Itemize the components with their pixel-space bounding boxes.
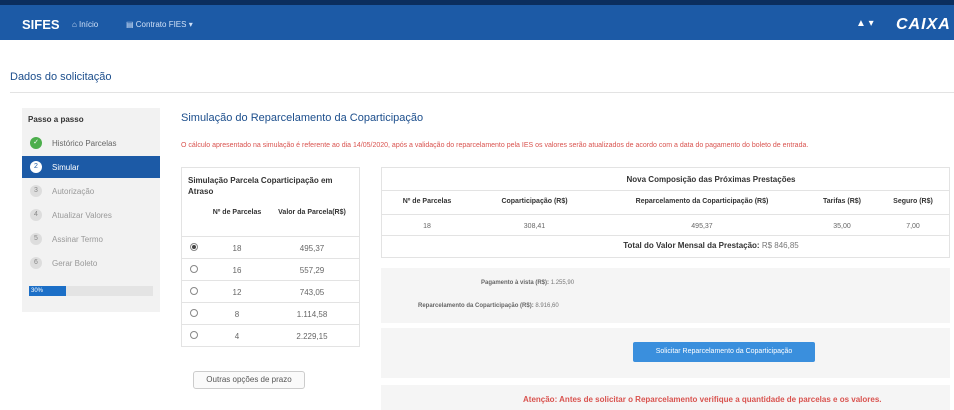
col-header: Coparticipação (R$) xyxy=(501,198,568,205)
table-row[interactable]: 8 1.114,58 xyxy=(182,302,359,324)
cell-valor: 2.229,15 xyxy=(296,332,328,341)
radio-button[interactable] xyxy=(190,265,198,273)
cell-valor: 495,37 xyxy=(299,244,325,253)
cell-parcelas: 12 xyxy=(232,288,242,297)
cell-parcelas: 8 xyxy=(234,310,240,319)
radio-button[interactable] xyxy=(190,287,198,295)
progress-bar: 30% xyxy=(29,286,153,296)
composition-title: Nova Composição das Próximas Prestações xyxy=(626,175,796,184)
reparcelamento-line: Reparcelamento da Coparticipação (R$): 8… xyxy=(418,303,559,309)
cell-value: 7,00 xyxy=(906,223,920,230)
divider xyxy=(382,190,949,191)
col-header: Reparcelamento da Coparticipação (R$) xyxy=(635,198,769,205)
app-brand[interactable]: SIFES xyxy=(22,17,60,32)
step-label: Gerar Boleto xyxy=(52,259,98,268)
step-label: Autorização xyxy=(52,187,95,196)
check-icon: ✓ xyxy=(30,137,42,149)
divider xyxy=(382,214,949,215)
step-number-icon: 4 xyxy=(30,209,42,221)
cell-valor: 557,29 xyxy=(299,266,325,275)
avista-label: Pagamento à vista (R$): xyxy=(481,280,550,286)
col-header: Seguro (R$) xyxy=(893,198,933,205)
installments-panel-title: Simulação Parcela Coparticipação em Atra… xyxy=(188,176,333,196)
step-number-icon: 5 xyxy=(30,233,42,245)
nav-home-link[interactable]: ⌂ Início xyxy=(72,20,98,29)
avista-line: Pagamento à vista (R$): 1.255,90 xyxy=(481,280,574,286)
col-header: Nº de Parcelas xyxy=(402,198,452,205)
divider xyxy=(10,92,954,93)
steps-sidebar: Passo a passo ✓ Histórico Parcelas 2 Sim… xyxy=(22,108,160,312)
simulation-title: Simulação do Reparcelamento da Copartici… xyxy=(181,112,424,124)
step-number-icon: 6 xyxy=(30,257,42,269)
page-title: Dados do solicitação xyxy=(10,71,112,83)
avista-value: 1.255,90 xyxy=(550,280,575,286)
divider xyxy=(382,235,949,236)
caixa-logo-text: CAIXA xyxy=(896,16,951,33)
step-number-icon: 2 xyxy=(30,161,42,173)
action-panel: Solicitar Reparcelamento da Coparticipaç… xyxy=(381,328,950,378)
installments-options-panel: Simulação Parcela Coparticipação em Atra… xyxy=(181,167,360,347)
cell-valor: 743,05 xyxy=(299,288,325,297)
alert-panel: Atenção: Antes de solicitar o Reparcelam… xyxy=(381,385,950,410)
radio-button[interactable] xyxy=(190,243,198,251)
monthly-total: Total do Valor Mensal da Prestação: R$ 8… xyxy=(473,241,949,250)
radio-button[interactable] xyxy=(190,331,198,339)
cell-value: 308,41 xyxy=(523,223,546,230)
col-header-valor: Valor da Parcela(R$) xyxy=(278,209,346,216)
cell-value: 495,37 xyxy=(691,223,713,230)
cell-parcelas: 16 xyxy=(232,266,242,275)
step-gerar-boleto: 6 Gerar Boleto xyxy=(22,252,160,274)
caixa-logo: CAIXA xyxy=(896,16,951,34)
radio-button[interactable] xyxy=(190,309,198,317)
step-label: Simular xyxy=(52,163,80,172)
step-atualizar-valores: 4 Atualizar Valores xyxy=(22,204,160,226)
step-label: Atualizar Valores xyxy=(52,211,112,220)
cell-value: 35,00 xyxy=(833,223,851,230)
step-number-icon: 3 xyxy=(30,185,42,197)
request-reinstallment-button[interactable]: Solicitar Reparcelamento da Coparticipaç… xyxy=(633,342,815,362)
table-row[interactable]: 4 2.229,15 xyxy=(182,324,359,346)
cell-valor: 1.114,58 xyxy=(296,310,328,319)
col-header-parcelas: Nº de Parcelas xyxy=(212,209,262,216)
step-assinar-termo: 5 Assinar Termo xyxy=(22,228,160,250)
col-header: Tarifas (R$) xyxy=(823,198,861,205)
user-menu-icon[interactable]: ▲ ▾ xyxy=(856,18,874,29)
simulation-notice: O cálculo apresentado na simulação é ref… xyxy=(181,142,809,149)
cell-value: 18 xyxy=(423,223,431,230)
progress-fill: 30% xyxy=(29,286,67,296)
total-value: R$ 846,85 xyxy=(761,241,799,250)
warning-text: Atenção: Antes de solicitar o Reparcelam… xyxy=(523,395,882,404)
cell-parcelas: 4 xyxy=(234,332,240,341)
top-navbar: SIFES ⌂ Início ▤ Contrato FIES ▾ ▲ ▾ CAI… xyxy=(0,0,954,40)
step-label: Assinar Termo xyxy=(52,235,103,244)
reparc-label: Reparcelamento da Coparticipação (R$): xyxy=(418,303,534,309)
reparc-value: 8.916,60 xyxy=(535,303,559,309)
table-row[interactable]: 18 495,37 xyxy=(182,236,359,258)
total-label: Total do Valor Mensal da Prestação: xyxy=(623,241,760,250)
new-composition-panel: Nova Composição das Próximas Prestações … xyxy=(381,167,950,258)
sidebar-title: Passo a passo xyxy=(28,115,84,124)
payment-summary-panel: Pagamento à vista (R$): 1.255,90 Reparce… xyxy=(381,268,950,323)
table-row[interactable]: 12 743,05 xyxy=(182,280,359,302)
cell-parcelas: 18 xyxy=(232,244,242,253)
step-autorizacao: 3 Autorização xyxy=(22,180,160,202)
nav-contrato-fies-dropdown[interactable]: ▤ Contrato FIES ▾ xyxy=(126,20,193,29)
table-row[interactable]: 16 557,29 xyxy=(182,258,359,280)
step-historico[interactable]: ✓ Histórico Parcelas xyxy=(22,132,160,154)
step-label: Histórico Parcelas xyxy=(52,139,117,148)
step-simular[interactable]: 2 Simular xyxy=(22,156,160,178)
other-terms-button[interactable]: Outras opções de prazo xyxy=(193,371,305,389)
